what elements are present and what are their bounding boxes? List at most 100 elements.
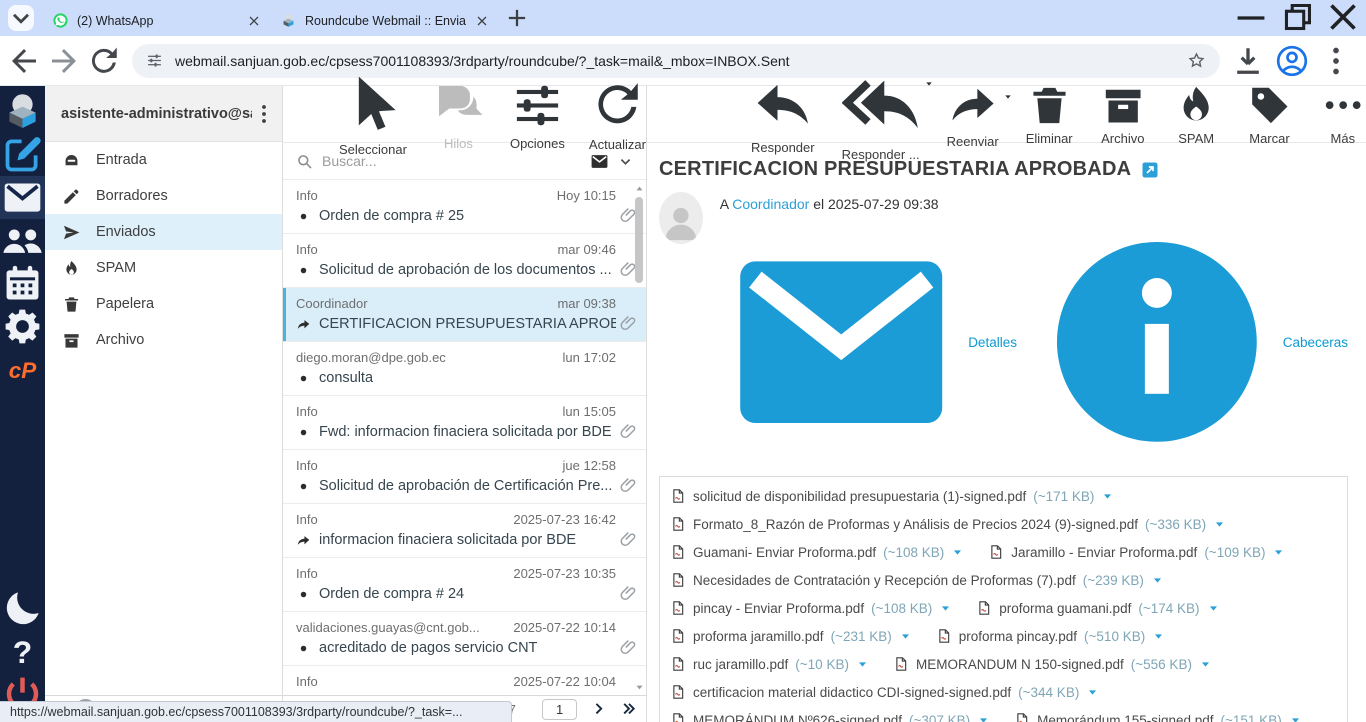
attachment-item-certificacion material didactico CDI-signed-signed.pdf[interactable]: certificacion material didactico CDI-sig… bbox=[670, 678, 1099, 706]
scroll-up-icon[interactable] bbox=[634, 183, 645, 194]
attachment-name[interactable]: proforma pincay.pdf bbox=[959, 629, 1077, 644]
message-list-item[interactable]: Info mar 09:46 Solicitud de aprobación d… bbox=[283, 234, 646, 288]
attachment-item-proforma jaramillo.pdf[interactable]: proforma jaramillo.pdf (~231 KB) bbox=[670, 622, 912, 650]
attachment-name[interactable]: certificacion material didactico CDI-sig… bbox=[693, 685, 1011, 700]
page-number-input[interactable]: 1 bbox=[542, 699, 578, 720]
message-list-item[interactable]: Info Hoy 10:15 Orden de compra # 25 bbox=[283, 180, 646, 234]
attachment-item-Guamani- Enviar Proforma.pdf[interactable]: Guamani- Enviar Proforma.pdf (~108 KB) bbox=[670, 538, 964, 566]
search-scope-mail-icon[interactable] bbox=[590, 152, 609, 171]
scrollbar-thumb[interactable] bbox=[635, 197, 643, 283]
list-toolbar-button-opciones[interactable]: Opciones bbox=[510, 78, 565, 151]
message-toolbar-button-responder-todos[interactable]: Responder ... bbox=[842, 66, 920, 162]
folder-actions-button[interactable] bbox=[252, 102, 276, 126]
dropdown-caret-icon[interactable] bbox=[924, 79, 934, 89]
folder-enviados[interactable]: Enviados bbox=[45, 214, 282, 250]
window-minimize-button[interactable] bbox=[1228, 0, 1274, 34]
rail-item-settings[interactable] bbox=[0, 305, 45, 348]
folder-spam[interactable]: SPAM bbox=[45, 250, 282, 286]
attachment-item-solicitud de disponibilidad presupuestaria (1)-signed.pdf[interactable]: solicitud de disponibilidad presupuestar… bbox=[670, 482, 1114, 510]
attachment-menu-caret-icon[interactable] bbox=[1151, 574, 1164, 587]
message-list-item[interactable]: validaciones.guayas@cnt.gob... 2025-07-2… bbox=[283, 612, 646, 666]
attachment-name[interactable]: proforma guamani.pdf bbox=[999, 601, 1131, 616]
attachment-item-proforma guamani.pdf[interactable]: proforma guamani.pdf (~174 KB) bbox=[976, 594, 1219, 622]
message-list-item[interactable]: diego.moran@dpe.gob.ec lun 17:02 consult… bbox=[283, 342, 646, 396]
last-page-button[interactable] bbox=[621, 699, 636, 719]
attachment-name[interactable]: Guamani- Enviar Proforma.pdf bbox=[693, 545, 876, 560]
tab-search-button[interactable] bbox=[8, 5, 34, 31]
attachment-menu-caret-icon[interactable] bbox=[1101, 490, 1114, 503]
address-bar[interactable]: webmail.sanjuan.gob.ec/cpsess7001108393/… bbox=[132, 44, 1220, 78]
attachment-name[interactable]: Formato_8_Razón de Proformas y Análisis … bbox=[693, 517, 1138, 532]
recipient-link[interactable]: Coordinador bbox=[732, 196, 809, 212]
open-in-new-window-icon[interactable] bbox=[1141, 161, 1159, 179]
list-toolbar-button-actualizar[interactable]: Actualizar bbox=[589, 76, 646, 151]
folder-archivo[interactable]: Archivo bbox=[45, 322, 282, 358]
back-button[interactable] bbox=[6, 43, 42, 79]
profile-button[interactable] bbox=[1274, 43, 1310, 79]
rail-item-cpanel[interactable]: cP bbox=[0, 348, 45, 391]
rail-item-logo[interactable] bbox=[0, 90, 45, 133]
message-toolbar-button-archivo[interactable]: Archivo bbox=[1100, 82, 1146, 146]
attachment-name[interactable]: MEMORANDUM N 150-signed.pdf bbox=[916, 657, 1124, 672]
attachment-item-Necesidades de Contratación y Recepción de Proformas (7).pdf[interactable]: Necesidades de Contratación y Recepción … bbox=[670, 566, 1164, 594]
attachment-menu-caret-icon[interactable] bbox=[1289, 714, 1302, 722]
details-link[interactable]: Detalles bbox=[720, 221, 1017, 463]
attachment-name[interactable]: MEMORÁNDUM Nº626-signed.pdf bbox=[693, 713, 902, 722]
message-list-item[interactable]: Coordinador mar 09:38 CERTIFICACION PRES… bbox=[283, 288, 646, 342]
tab-close-icon[interactable] bbox=[246, 13, 262, 29]
attachment-item-MEMORÁNDUM Nº626-signed.pdf[interactable]: MEMORÁNDUM Nº626-signed.pdf (~307 KB) bbox=[670, 706, 990, 722]
attachment-menu-caret-icon[interactable] bbox=[1199, 658, 1212, 671]
attachment-menu-caret-icon[interactable] bbox=[977, 714, 990, 722]
browser-menu-button[interactable] bbox=[1318, 43, 1354, 79]
message-list-item[interactable]: Info jue 12:58 Solicitud de aprobación d… bbox=[283, 450, 646, 504]
browser-tab-roundcube[interactable]: Roundcube Webmail :: Enviados bbox=[270, 5, 498, 36]
folder-papelera[interactable]: Papelera bbox=[45, 286, 282, 322]
attachment-menu-caret-icon[interactable] bbox=[856, 658, 869, 671]
dropdown-caret-icon[interactable] bbox=[1003, 92, 1013, 102]
message-toolbar-button-spam[interactable]: SPAM bbox=[1173, 82, 1219, 146]
attachment-name[interactable]: solicitud de disponibilidad presupuestar… bbox=[693, 489, 1026, 504]
message-toolbar-button-reenviar[interactable]: Reenviar bbox=[947, 79, 999, 149]
attachment-menu-caret-icon[interactable] bbox=[939, 602, 952, 615]
message-list-item[interactable]: Info lun 15:05 Fwd: informacion finacier… bbox=[283, 396, 646, 450]
folder-entrada[interactable]: Entrada bbox=[45, 142, 282, 178]
attachment-item-ruc jaramillo.pdf[interactable]: ruc jaramillo.pdf (~10 KB) bbox=[670, 650, 869, 678]
attachment-menu-caret-icon[interactable] bbox=[1213, 518, 1226, 531]
list-toolbar-button-hilos[interactable]: Hilos bbox=[431, 78, 486, 151]
search-options-chevron-icon[interactable] bbox=[618, 154, 633, 169]
attachment-item-pincay - Enviar Proforma.pdf[interactable]: pincay - Enviar Proforma.pdf (~108 KB) bbox=[670, 594, 952, 622]
rail-item-compose[interactable] bbox=[0, 133, 45, 176]
new-tab-button[interactable] bbox=[504, 5, 530, 31]
attachment-item-Formato_8_Razón de Proformas y Análisis de Precios 2024 (9)-signed.pdf[interactable]: Formato_8_Razón de Proformas y Análisis … bbox=[670, 510, 1226, 538]
attachment-menu-caret-icon[interactable] bbox=[1272, 546, 1285, 559]
attachment-item-Memorándum 155-signed.pdf[interactable]: Memorándum 155-signed.pdf (~151 KB) bbox=[1014, 706, 1302, 722]
attachment-menu-caret-icon[interactable] bbox=[951, 546, 964, 559]
window-close-button[interactable] bbox=[1320, 0, 1366, 34]
rail-item-calendar[interactable] bbox=[0, 262, 45, 305]
headers-link[interactable]: Cabeceras bbox=[1037, 221, 1348, 463]
message-toolbar-button-responder[interactable]: Responder bbox=[751, 73, 815, 155]
attachment-item-proforma pincay.pdf[interactable]: proforma pincay.pdf (~510 KB) bbox=[936, 622, 1165, 650]
attachment-name[interactable]: Necesidades de Contratación y Recepción … bbox=[693, 573, 1076, 588]
message-toolbar-button-eliminar[interactable]: Eliminar bbox=[1026, 82, 1073, 147]
browser-tab-whatsapp[interactable]: (2) WhatsApp bbox=[42, 5, 270, 36]
rail-item-help[interactable]: ? bbox=[0, 630, 45, 673]
attachment-name[interactable]: pincay - Enviar Proforma.pdf bbox=[693, 601, 864, 616]
attachment-menu-caret-icon[interactable] bbox=[1086, 686, 1099, 699]
attachment-name[interactable]: proforma jaramillo.pdf bbox=[693, 629, 824, 644]
attachment-item-MEMORANDUM N 150-signed.pdf[interactable]: MEMORANDUM N 150-signed.pdf (~556 KB) bbox=[893, 650, 1212, 678]
message-list-item[interactable]: Info 2025-07-22 10:04 bbox=[283, 666, 646, 695]
scroll-down-icon[interactable] bbox=[634, 682, 645, 693]
tab-close-icon[interactable] bbox=[474, 13, 490, 29]
attachment-menu-caret-icon[interactable] bbox=[899, 630, 912, 643]
rail-item-dark-mode[interactable] bbox=[0, 587, 45, 630]
message-toolbar-button-marcar[interactable]: Marcar bbox=[1246, 82, 1292, 146]
url-text[interactable]: webmail.sanjuan.gob.ec/cpsess7001108393/… bbox=[175, 53, 1175, 69]
attachment-name[interactable]: ruc jaramillo.pdf bbox=[693, 657, 788, 672]
attachment-item-Jaramillo - Enviar Proforma.pdf[interactable]: Jaramillo - Enviar Proforma.pdf (~109 KB… bbox=[988, 538, 1285, 566]
next-page-button[interactable] bbox=[591, 699, 606, 719]
bookmark-star-icon[interactable] bbox=[1187, 51, 1206, 70]
rail-item-mail[interactable] bbox=[0, 176, 45, 219]
list-toolbar-button-seleccionar[interactable]: Seleccionar bbox=[339, 71, 407, 157]
message-toolbar-button-mas[interactable]: Más bbox=[1320, 82, 1366, 146]
